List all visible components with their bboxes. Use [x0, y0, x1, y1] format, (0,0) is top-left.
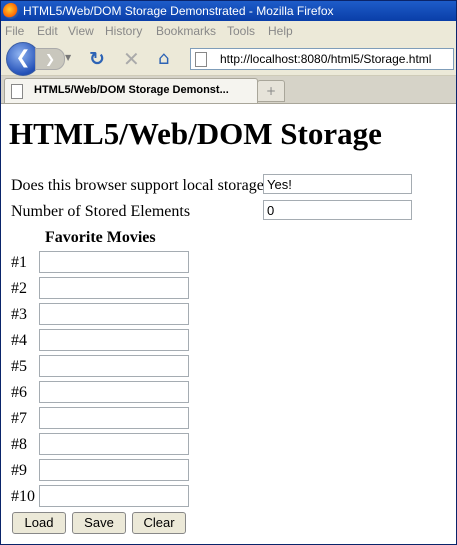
- movie-label-1: #1: [11, 254, 27, 271]
- movie-label-10: #10: [11, 488, 35, 505]
- window-title: HTML5/Web/DOM Storage Demonstrated - Moz…: [23, 4, 334, 18]
- movie-input-7[interactable]: [39, 407, 189, 429]
- page-icon: [195, 52, 207, 67]
- menu-edit[interactable]: Edit: [37, 24, 58, 38]
- movie-input-3[interactable]: [39, 303, 189, 325]
- page-content: HTML5/Web/DOM Storage Does this browser …: [1, 104, 456, 544]
- menu-help[interactable]: Help: [268, 24, 293, 38]
- movie-label-2: #2: [11, 280, 27, 297]
- page-icon: [11, 84, 23, 99]
- title-bar: HTML5/Web/DOM Storage Demonstrated - Moz…: [1, 1, 456, 21]
- support-field[interactable]: Yes!: [263, 174, 412, 194]
- movie-input-2[interactable]: [39, 277, 189, 299]
- movie-input-8[interactable]: [39, 433, 189, 455]
- tab-bar: HTML5/Web/DOM Storage Demonst... +: [1, 76, 456, 104]
- count-field[interactable]: 0: [263, 200, 412, 220]
- movie-input-10[interactable]: [39, 485, 189, 507]
- home-icon[interactable]: ⌂: [158, 49, 178, 69]
- url-text[interactable]: http://localhost:8080/html5/Storage.html: [220, 49, 431, 69]
- menu-bookmarks[interactable]: Bookmarks: [156, 24, 216, 38]
- save-button[interactable]: Save: [72, 512, 126, 534]
- menu-file[interactable]: File: [5, 24, 24, 38]
- address-bar[interactable]: http://localhost:8080/html5/Storage.html: [190, 48, 454, 70]
- forward-button[interactable]: ❯: [35, 48, 65, 70]
- movie-label-8: #8: [11, 436, 27, 453]
- new-tab-button[interactable]: +: [257, 80, 285, 102]
- count-label: Number of Stored Elements: [11, 203, 191, 220]
- menu-history[interactable]: History: [105, 24, 142, 38]
- movie-label-3: #3: [11, 306, 27, 323]
- movie-label-9: #9: [11, 462, 27, 479]
- reload-icon[interactable]: ↻: [89, 49, 109, 69]
- back-arrow-icon: ❮: [15, 47, 31, 68]
- browser-window: HTML5/Web/DOM Storage Demonstrated - Moz…: [0, 0, 457, 545]
- movie-label-4: #4: [11, 332, 27, 349]
- movie-input-6[interactable]: [39, 381, 189, 403]
- clear-button[interactable]: Clear: [132, 512, 186, 534]
- movie-input-4[interactable]: [39, 329, 189, 351]
- support-label: Does this browser support local storage?: [11, 177, 271, 194]
- load-button[interactable]: Load: [12, 512, 66, 534]
- forward-arrow-icon: ❯: [44, 52, 56, 66]
- movie-input-5[interactable]: [39, 355, 189, 377]
- tab-title: HTML5/Web/DOM Storage Demonst...: [34, 84, 229, 96]
- menu-tools[interactable]: Tools: [227, 24, 255, 38]
- movies-heading: Favorite Movies: [45, 229, 156, 246]
- firefox-logo-icon: [3, 3, 19, 19]
- movie-label-5: #5: [11, 358, 27, 375]
- page-heading: HTML5/Web/DOM Storage: [9, 116, 382, 151]
- menu-view[interactable]: View: [68, 24, 94, 38]
- stop-icon[interactable]: ✕: [123, 49, 143, 69]
- movie-input-1[interactable]: [39, 251, 189, 273]
- movie-label-6: #6: [11, 384, 27, 401]
- tab-storage-demo[interactable]: HTML5/Web/DOM Storage Demonst...: [4, 78, 258, 103]
- navigation-toolbar: ❮ ❯ ▼ ↻ ✕ ⌂ http://localhost:8080/html5/…: [1, 41, 456, 76]
- menu-bar: File Edit View History Bookmarks Tools H…: [1, 21, 456, 41]
- movie-label-7: #7: [11, 410, 27, 427]
- history-dropdown-icon[interactable]: ▼: [65, 53, 75, 63]
- plus-icon: +: [265, 84, 277, 98]
- movie-input-9[interactable]: [39, 459, 189, 481]
